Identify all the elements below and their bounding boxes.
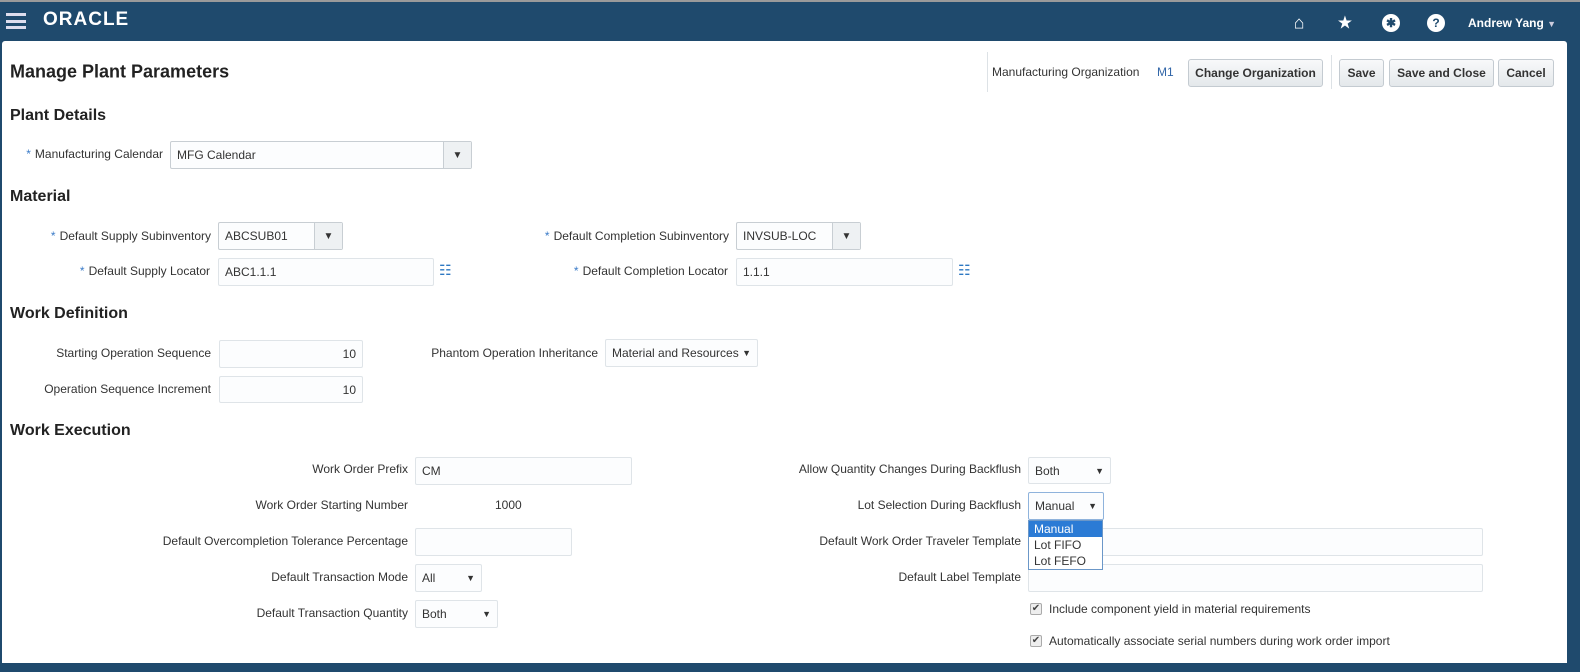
supply-subinventory-select[interactable]: ABCSUB01 ▼ (218, 222, 343, 250)
transaction-mode-select[interactable]: All ▼ (415, 564, 482, 592)
star-icon[interactable]: ★ (1337, 13, 1353, 34)
supply-locator-label: * Default Supply Locator (79, 264, 210, 278)
top-bar: ORACLE ⌂ ★ ✱ ? Andrew Yang ▼ (0, 0, 1580, 41)
lot-selection-label: Lot Selection During Backflush (857, 498, 1021, 512)
completion-locator-label: * Default Completion Locator (573, 264, 728, 278)
dropdown-option[interactable]: Manual (1029, 521, 1102, 537)
starting-operation-sequence-input[interactable]: 10 (219, 340, 363, 368)
section-material: Material (10, 188, 71, 205)
overcompletion-tolerance-label: Default Overcompletion Tolerance Percent… (162, 534, 408, 548)
manufacturing-calendar-label: * Manufacturing Calendar (26, 147, 163, 161)
section-work-execution: Work Execution (10, 422, 131, 439)
operation-sequence-increment-label: Operation Sequence Increment (44, 382, 211, 396)
include-yield-label: Include component yield in material requ… (1049, 602, 1311, 616)
select-value: Both (1035, 463, 1060, 478)
user-name: Andrew Yang (1468, 16, 1544, 30)
select-value: All (422, 571, 436, 585)
phantom-operation-inheritance-select[interactable]: Material and Resources ▼ (605, 339, 758, 367)
dropdown-option[interactable]: Lot FIFO (1029, 537, 1102, 553)
chevron-down-icon: ▼ (1547, 19, 1557, 29)
search-icon[interactable]: ☷ (958, 262, 971, 279)
section-plant-details: Plant Details (10, 107, 107, 124)
org-label: Manufacturing Organization (992, 65, 1140, 79)
dropdown-option[interactable]: Lot FEFO (1029, 553, 1102, 569)
work-order-starting-number-label: Work Order Starting Number (255, 498, 409, 512)
select-value: Material and Resources (612, 346, 739, 360)
chevron-down-icon[interactable]: ▼ (832, 223, 860, 249)
completion-subinventory-select[interactable]: INVSUB-LOC ▼ (736, 222, 861, 250)
org-value: M1 (1157, 65, 1174, 79)
chevron-down-icon: ▼ (482, 609, 491, 619)
select-value: Both (422, 607, 447, 621)
starting-operation-sequence-label: Starting Operation Sequence (56, 346, 211, 360)
chevron-down-icon[interactable]: ▼ (443, 142, 471, 168)
change-organization-button[interactable]: Change Organization (1188, 59, 1323, 87)
completion-subinventory-label: * Default Completion Subinventory (544, 229, 729, 243)
allow-quantity-changes-select[interactable]: Both ▼ (1028, 457, 1111, 484)
accessibility-icon[interactable]: ✱ (1382, 14, 1400, 32)
phantom-operation-inheritance-label: Phantom Operation Inheritance (431, 346, 598, 360)
select-value: Manual (1035, 499, 1075, 513)
manufacturing-calendar-select[interactable]: MFG Calendar ▼ (170, 141, 472, 169)
include-yield-checkbox[interactable]: ✔ (1030, 603, 1042, 615)
chevron-down-icon: ▼ (1088, 501, 1097, 511)
page-title: Manage Plant Parameters (10, 61, 230, 82)
save-and-close-button[interactable]: Save and Close (1389, 59, 1494, 87)
chevron-down-icon[interactable]: ▼ (314, 223, 342, 249)
transaction-mode-label: Default Transaction Mode (271, 570, 408, 584)
home-icon[interactable]: ⌂ (1294, 13, 1305, 34)
overcompletion-tolerance-input[interactable] (415, 528, 572, 556)
divider (987, 52, 988, 92)
work-order-prefix-label: Work Order Prefix (312, 462, 408, 476)
completion-locator-input[interactable]: 1.1.1 (736, 258, 953, 286)
traveler-template-label: Default Work Order Traveler Template (819, 534, 1021, 548)
menu-icon[interactable] (6, 13, 26, 29)
save-button[interactable]: Save (1339, 59, 1384, 87)
section-work-definition: Work Definition (10, 305, 128, 322)
supply-subinventory-label: * Default Supply Subinventory (50, 229, 211, 243)
work-order-starting-number-value: 1000 (495, 498, 522, 512)
work-order-prefix-input[interactable]: CM (415, 457, 632, 485)
associate-serial-checkbox[interactable]: ✔ (1030, 635, 1042, 647)
lot-selection-select[interactable]: Manual ▼ (1028, 492, 1104, 520)
transaction-quantity-select[interactable]: Both ▼ (415, 600, 498, 628)
chevron-down-icon: ▼ (466, 573, 475, 583)
user-menu[interactable]: Andrew Yang ▼ (1468, 16, 1556, 30)
supply-locator-input[interactable]: ABC1.1.1 (218, 258, 434, 286)
lot-selection-dropdown: Manual Lot FIFO Lot FEFO (1028, 520, 1103, 570)
search-icon[interactable]: ☷ (439, 262, 452, 279)
chevron-down-icon: ▼ (1095, 465, 1104, 476)
operation-sequence-increment-input[interactable]: 10 (219, 376, 363, 403)
chevron-down-icon: ▼ (742, 348, 751, 358)
help-icon[interactable]: ? (1427, 14, 1445, 32)
transaction-quantity-label: Default Transaction Quantity (256, 606, 408, 620)
label-template-label: Default Label Template (898, 570, 1021, 584)
associate-serial-label: Automatically associate serial numbers d… (1049, 634, 1390, 648)
divider (1331, 55, 1332, 89)
cancel-button[interactable]: Cancel (1498, 59, 1554, 87)
oracle-logo: ORACLE (43, 9, 130, 30)
allow-quantity-changes-label: Allow Quantity Changes During Backflush (798, 462, 1021, 476)
